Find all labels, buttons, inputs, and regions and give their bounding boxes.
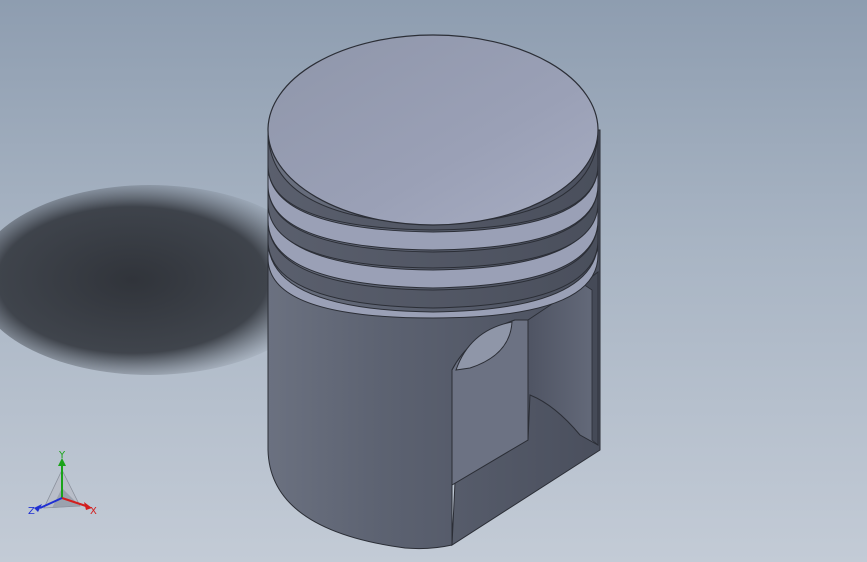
z-axis-label: Z — [28, 506, 35, 517]
x-axis-label: X — [90, 506, 97, 517]
piston-model[interactable] — [0, 0, 867, 562]
3d-viewport[interactable]: Y X Z — [0, 0, 867, 562]
y-axis-label: Y — [58, 450, 66, 461]
piston-crown — [267, 34, 599, 226]
orientation-triad: Y X Z — [28, 450, 97, 517]
